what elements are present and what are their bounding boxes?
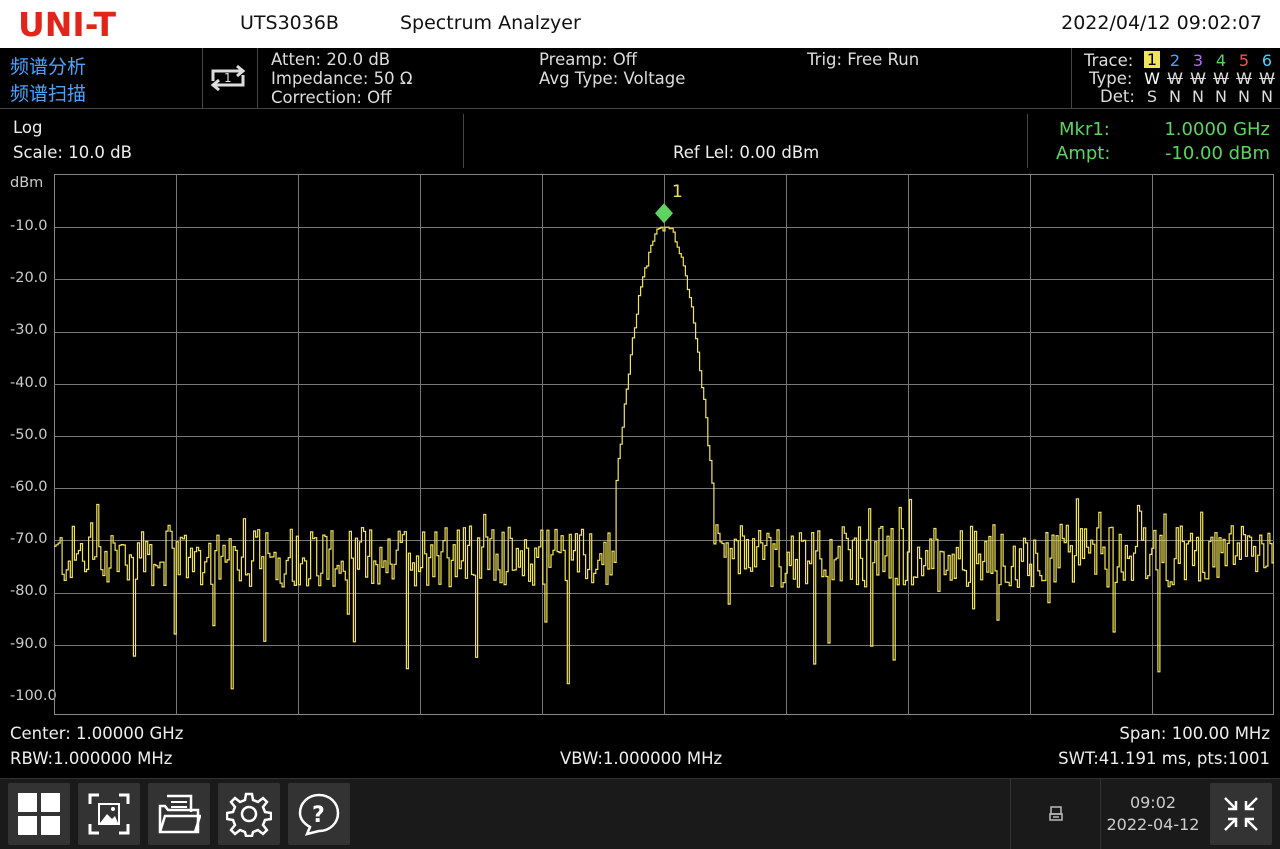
marker-1-diamond [655, 203, 673, 224]
mode-label[interactable]: 频谱分析 [10, 52, 86, 79]
folder-icon [158, 794, 201, 834]
ampt-value: -10.00 dBm [1164, 143, 1270, 164]
scale-value: Scale: 10.0 dB [13, 143, 132, 162]
model-name: UTS3036B [240, 12, 339, 34]
screenshot-button[interactable] [78, 783, 140, 845]
ref-level: Ref Lel: 0.00 dBm [673, 143, 820, 162]
impedance-value: Impedance: 50 Ω [271, 69, 413, 88]
correction-value: Correction: Off [271, 88, 392, 107]
app-title: Spectrum Analzyer [400, 12, 581, 34]
y-tick-label: -40.0 [10, 374, 48, 391]
trace-type-1: W [1144, 69, 1160, 88]
clock-time: 09:02 [1129, 793, 1177, 812]
span-value[interactable]: Span: 100.00 MHz [1119, 724, 1270, 743]
svg-text:UNI-T: UNI-T [18, 7, 117, 41]
trace-type-5: W [1236, 69, 1252, 88]
screenshot-icon [88, 793, 130, 835]
trace-table[interactable]: 1WS2WN3WN4WN5WN6WN [1142, 48, 1280, 108]
grid-icon [18, 793, 60, 835]
trace-type-4: W [1213, 69, 1229, 88]
clock-date: 2022-04-12 [1106, 815, 1200, 834]
fullscreen-button[interactable] [1210, 783, 1272, 845]
trace-type-6: W [1259, 69, 1275, 88]
y-tick-label: -20.0 [10, 270, 48, 287]
collapse-icon [1224, 797, 1258, 831]
trace-det-4: N [1215, 87, 1227, 106]
trace-type-2: W [1167, 69, 1183, 88]
marker-label: Mkr1: [1059, 119, 1110, 140]
y-tick-label: -60.0 [10, 479, 48, 495]
app-menu-button[interactable] [8, 783, 70, 845]
center-freq[interactable]: Center: 1.00000 GHz [10, 724, 183, 743]
svg-text:?: ? [312, 803, 325, 828]
y-tick-label: -70.0 [10, 531, 48, 548]
title-bar: UNI-T UTS3036B Spectrum Analzyer 2022/04… [0, 0, 1280, 48]
bottom-toolbar: ? 09:02 2022-04-12 [0, 778, 1280, 849]
sweep-repeat-icon[interactable]: 1 [207, 61, 249, 95]
help-button[interactable]: ? [288, 783, 350, 845]
marker-1-label: 1 [672, 182, 683, 202]
swt-value: SWT:41.191 ms, pts:1001 [1058, 749, 1270, 768]
settings-button[interactable] [218, 783, 280, 845]
rbw-value[interactable]: RBW:1.000000 MHz [10, 749, 172, 768]
trace-det-1: S [1146, 87, 1158, 106]
file-manager-button[interactable] [148, 783, 210, 845]
trig-value: Trig: Free Run [807, 50, 920, 69]
trace-det-6: N [1261, 87, 1273, 106]
avg-type-value: Avg Type: Voltage [539, 69, 686, 88]
datetime: 2022/04/12 09:02:07 [1061, 12, 1262, 34]
submode-label[interactable]: 频谱扫描 [10, 79, 86, 106]
vbw-value[interactable]: VBW:1.000000 MHz [560, 749, 722, 768]
y-tick-label: -30.0 [10, 322, 48, 339]
marker-freq: 1.0000 GHz [1164, 119, 1270, 140]
type-label: Type: [1089, 69, 1133, 88]
trace-det-2: N [1169, 87, 1181, 106]
trace-number-3[interactable]: 3 [1188, 51, 1208, 70]
unit-logo: UNI-T [18, 7, 117, 41]
y-tick-label: -80.0 [10, 583, 48, 600]
trace-det-5: N [1238, 87, 1250, 106]
trace-label: Trace: [1084, 51, 1134, 70]
gear-icon [226, 792, 272, 837]
trace-type-3: W [1190, 69, 1206, 88]
spectrum-plot[interactable]: 1 [54, 174, 1274, 715]
ampt-label: Ampt: [1056, 143, 1111, 164]
trace-number-1[interactable]: 1 [1144, 51, 1160, 68]
scale-mode: Log [13, 118, 43, 137]
settings-bar: 频谱分析 频谱扫描 1 Atten: 20.0 dB Impedance: 50… [0, 48, 1280, 109]
svg-text:1: 1 [224, 71, 232, 85]
trace-number-5[interactable]: 5 [1234, 51, 1254, 70]
trace-det-3: N [1192, 87, 1204, 106]
usb-icon [1048, 806, 1064, 826]
help-icon: ? [298, 793, 340, 836]
atten-value: Atten: 20.0 dB [271, 50, 391, 69]
y-tick-label: -10.0 [10, 218, 48, 234]
y-tick-label: -100.0 [10, 687, 57, 704]
trace-number-6[interactable]: 6 [1257, 51, 1277, 70]
trace-number-2[interactable]: 2 [1165, 51, 1185, 70]
y-unit-label: dBm [10, 175, 44, 191]
y-tick-label: -90.0 [10, 635, 48, 652]
preamp-value: Preamp: Off [539, 50, 638, 69]
y-tick-label: -50.0 [10, 426, 48, 443]
det-label: Det: [1100, 87, 1135, 106]
trace-number-4[interactable]: 4 [1211, 51, 1231, 70]
